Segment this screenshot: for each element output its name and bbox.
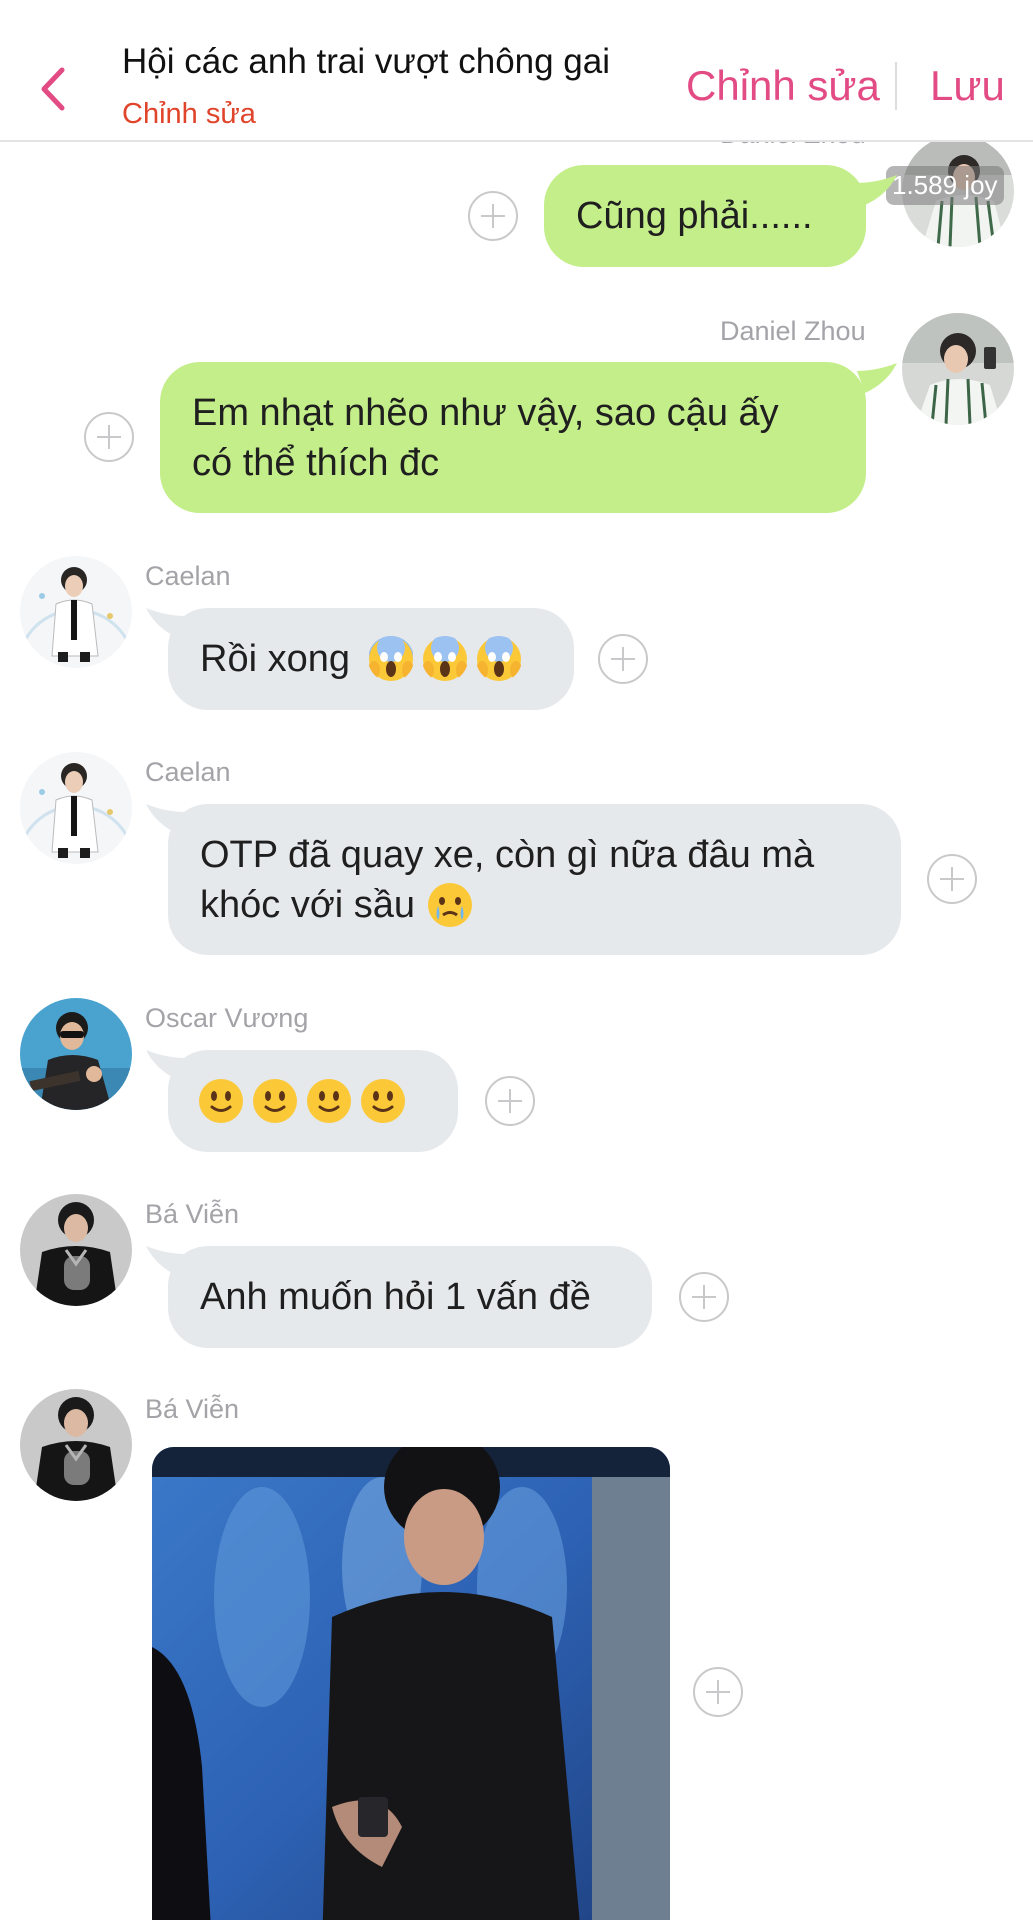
edit-button[interactable]: Chỉnh sửa xyxy=(686,62,880,110)
message-text-line: Em nhạt nhẽo như vậy, sao cậu ấy xyxy=(192,391,779,434)
sender-name: Daniel Zhou xyxy=(720,141,866,150)
message-text: Anh muốn hỏi 1 vấn đề xyxy=(200,1276,591,1318)
message-bubble[interactable] xyxy=(168,1050,458,1152)
chat-subtitle[interactable]: Chỉnh sửa xyxy=(122,98,256,131)
avatar[interactable] xyxy=(902,313,1014,425)
slightly-smiling-face-icon xyxy=(361,1079,405,1123)
add-reaction-icon[interactable] xyxy=(485,1076,535,1126)
message-bubble[interactable]: Anh muốn hỏi 1 vấn đề xyxy=(168,1246,652,1348)
add-reaction-icon[interactable] xyxy=(693,1667,743,1717)
face-screaming-in-fear-icon xyxy=(367,636,414,681)
add-reaction-icon[interactable] xyxy=(598,634,648,684)
message-bubble[interactable]: Cũng phải...... xyxy=(544,165,866,267)
add-reaction-icon[interactable] xyxy=(679,1272,729,1322)
sender-name: Caelan xyxy=(145,561,231,591)
message-bubble[interactable]: OTP đã quay xe, còn gì nữa đâu mà khóc v… xyxy=(168,804,901,955)
sender-name: Daniel Zhou xyxy=(720,316,866,346)
message-list[interactable]: Daniel Zhou 1.589 joy Cũng phải...... Da… xyxy=(0,141,1033,1920)
message-bubble[interactable]: Em nhạt nhẽo như vậy, sao cậu ấy có thể … xyxy=(160,362,866,513)
message-text-line: khóc với sầu xyxy=(200,883,416,926)
sender-name: Bá Viễn xyxy=(145,1394,240,1424)
sender-name: Caelan xyxy=(145,757,231,787)
add-reaction-icon[interactable] xyxy=(84,412,134,462)
message-text-line: có thể thích đc xyxy=(192,441,440,484)
slightly-smiling-face-icon xyxy=(253,1079,297,1123)
sender-name: Oscar Vương xyxy=(145,1003,309,1033)
face-screaming-in-fear-icon xyxy=(475,636,522,681)
photo-attachment[interactable] xyxy=(152,1447,670,1920)
message-text: Rồi xong xyxy=(200,638,350,680)
message-text-line: OTP đã quay xe, còn gì nữa đâu mà xyxy=(200,833,815,876)
face-screaming-in-fear-icon xyxy=(421,636,468,681)
face-holding-back-tears-icon xyxy=(428,882,473,927)
avatar[interactable] xyxy=(20,998,132,1110)
chat-header: Hội các anh trai vượt chông gai Chỉnh sử… xyxy=(0,0,1033,142)
chat-title: Hội các anh trai vượt chông gai xyxy=(122,42,611,81)
score-badge: 1.589 joy xyxy=(886,166,1004,205)
avatar[interactable] xyxy=(20,1389,132,1501)
avatar[interactable] xyxy=(20,556,132,668)
slightly-smiling-face-icon xyxy=(199,1079,243,1123)
message-bubble[interactable]: Rồi xong xyxy=(168,608,574,710)
slightly-smiling-face-icon xyxy=(307,1079,351,1123)
message-text: Cũng phải...... xyxy=(576,195,813,237)
save-button[interactable]: Lưu xyxy=(930,62,1005,110)
avatar[interactable] xyxy=(20,752,132,864)
add-reaction-icon[interactable] xyxy=(927,854,977,904)
sender-name: Bá Viễn xyxy=(145,1199,240,1229)
header-divider xyxy=(895,62,897,110)
avatar[interactable] xyxy=(20,1194,132,1306)
chevron-left-icon[interactable] xyxy=(38,64,68,114)
add-reaction-icon[interactable] xyxy=(468,191,518,241)
